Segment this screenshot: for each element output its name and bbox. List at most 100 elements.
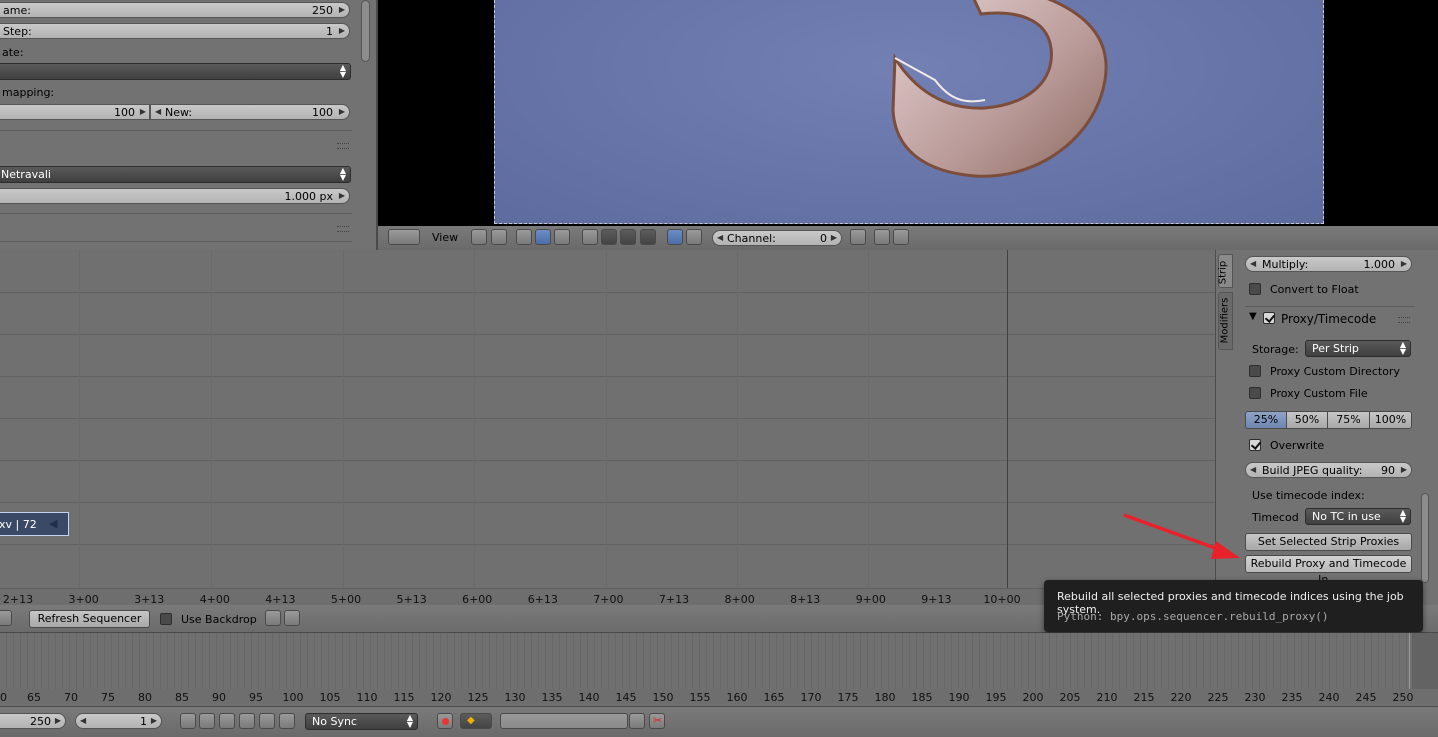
checker-icon[interactable]: [582, 229, 598, 245]
proxy-enable-checkbox[interactable]: [1263, 312, 1275, 324]
frame-tick-label: 180: [874, 691, 896, 704]
size-50-button[interactable]: 50%: [1286, 411, 1328, 429]
proxy-custom-dir-checkbox[interactable]: [1249, 365, 1261, 377]
drag-handle-icon[interactable]: [337, 226, 349, 232]
filter-dropdown[interactable]: Netravali ▲ ▼: [0, 166, 351, 183]
overwrite-checkbox[interactable]: [1249, 439, 1261, 451]
frame-rate-dropdown[interactable]: ▲ ▼: [0, 63, 351, 80]
storage-value: Per Strip: [1312, 342, 1359, 355]
strip-panel: Strip Modifiers ◀ Multiply: 1.000 ▶ Conv…: [1215, 250, 1438, 588]
waveform-icon[interactable]: [601, 229, 617, 245]
old-field[interactable]: 100 ▶: [0, 104, 150, 120]
channel-divider: [0, 334, 1215, 335]
rebuild-proxy-button[interactable]: Rebuild Proxy and Timecode In...: [1245, 555, 1412, 586]
jump-keyframe-forward-icon[interactable]: [259, 713, 275, 729]
lock-icon[interactable]: [491, 229, 507, 245]
timecode-dropdown[interactable]: No TC in use ▲ ▼: [1305, 508, 1411, 525]
editor-type-icon[interactable]: [0, 610, 12, 626]
grid-line: [343, 250, 344, 588]
color-picker-icon[interactable]: [667, 229, 683, 245]
divider: [0, 130, 352, 131]
scopes-icon[interactable]: [554, 229, 570, 245]
tab-strip[interactable]: Strip: [1217, 254, 1233, 288]
drag-handle-icon[interactable]: [337, 143, 349, 149]
checker-icon[interactable]: [535, 229, 551, 245]
render-still-icon[interactable]: [265, 610, 281, 626]
channel-field[interactable]: ◀ Channel: 0 ▶: [712, 230, 842, 246]
arrow-left-icon: ◀: [1250, 259, 1257, 268]
size-100-button[interactable]: 100%: [1369, 411, 1412, 429]
record-icon[interactable]: [437, 713, 453, 729]
render-still-icon[interactable]: [874, 229, 890, 245]
strip-panel-scrollbar[interactable]: [1421, 493, 1429, 583]
convert-float-checkbox[interactable]: [1249, 283, 1261, 295]
convert-float-label: Convert to Float: [1270, 283, 1359, 296]
tab-modifiers[interactable]: Modifiers: [1218, 292, 1233, 350]
keying-set-icon[interactable]: ◆: [460, 713, 492, 729]
arrow-right-icon: ▶: [54, 716, 61, 725]
properties-scrollbar[interactable]: [361, 0, 370, 62]
frame-tick-label: 75: [101, 691, 115, 704]
alpha-icon[interactable]: [686, 229, 702, 245]
frame-tick-label: 90: [212, 691, 226, 704]
storage-dropdown[interactable]: Per Strip ▲ ▼: [1305, 340, 1411, 357]
jump-start-icon[interactable]: [180, 713, 196, 729]
keyframe-diamond-icon: ◆: [467, 715, 475, 726]
multiply-field[interactable]: ◀ Multiply: 1.000 ▶: [1245, 256, 1412, 272]
preview-header: View ◀ Channel: 0 ▶: [376, 226, 1438, 250]
use-backdrop-checkbox[interactable]: [160, 613, 172, 625]
keying-set-selector-icon[interactable]: [500, 713, 628, 729]
delete-keyframe-icon[interactable]: ✂: [649, 713, 665, 729]
render-animation-icon[interactable]: [284, 610, 300, 626]
frame-tick-label: 105: [319, 691, 341, 704]
movie-strip[interactable]: xv | 72 ◀: [0, 512, 69, 536]
grid-line: [606, 250, 607, 588]
collapse-triangle-icon[interactable]: ▼: [1249, 311, 1257, 322]
filter-size-field[interactable]: 1.000 px ▶: [0, 188, 350, 204]
tooltip: Rebuild all selected proxies and timecod…: [1044, 580, 1423, 632]
render-animation-icon[interactable]: [893, 229, 909, 245]
size-25-button[interactable]: 25%: [1245, 411, 1287, 429]
frame-tick-label: 115: [393, 691, 415, 704]
histogram-icon[interactable]: [640, 229, 656, 245]
frame-tick-label: 230: [1244, 691, 1266, 704]
strip-handle-icon[interactable]: ◀: [49, 517, 57, 530]
timecode-value: No TC in use: [1312, 510, 1381, 523]
filter-value: Netravali: [1, 168, 51, 181]
storage-label: Storage:: [1252, 343, 1299, 356]
frame-rate-label: ate:: [2, 46, 24, 59]
size-75-button[interactable]: 75%: [1327, 411, 1370, 429]
sync-value: No Sync: [312, 715, 357, 728]
grid-line: [211, 250, 212, 588]
display-mode-icon[interactable]: [471, 229, 487, 245]
proxy-custom-file-checkbox[interactable]: [1249, 387, 1261, 399]
frame-tick-label: 190: [948, 691, 970, 704]
arrow-right-icon: ▶: [338, 107, 345, 116]
divider: [0, 213, 352, 214]
editor-type-icon[interactable]: [388, 229, 420, 245]
frame-tick-label: 225: [1207, 691, 1229, 704]
sync-dropdown[interactable]: No Sync ▲ ▼: [305, 713, 418, 730]
frame-tick-label: 200: [1022, 691, 1044, 704]
end-frame-field[interactable]: 250 ▶: [0, 713, 66, 729]
ghost-icon[interactable]: [850, 229, 866, 245]
insert-keyframe-icon[interactable]: [629, 713, 645, 729]
play-reverse-icon[interactable]: [219, 713, 235, 729]
refresh-sequencer-button[interactable]: Refresh Sequencer: [29, 610, 150, 628]
drag-handle-icon[interactable]: [1398, 317, 1410, 323]
jpeg-quality-field[interactable]: ◀ Build JPEG quality: 90 ▶: [1245, 462, 1412, 478]
current-frame-field[interactable]: ◀ 1 ▶: [75, 713, 162, 729]
jump-keyframe-back-icon[interactable]: [199, 713, 215, 729]
new-value: 100: [312, 106, 333, 119]
jump-end-icon[interactable]: [279, 713, 295, 729]
timeline-scroll-region[interactable]: [1412, 633, 1438, 689]
frame-step-field[interactable]: Step: 1 ▶: [0, 23, 350, 39]
overlay-icon[interactable]: [516, 229, 532, 245]
view-menu[interactable]: View: [432, 231, 458, 244]
vectorscope-icon[interactable]: [620, 229, 636, 245]
play-icon[interactable]: [239, 713, 255, 729]
frame-end-field[interactable]: ame: 250 ▶: [0, 2, 350, 18]
new-field[interactable]: ◀ New: 100 ▶: [150, 104, 350, 120]
set-selected-proxies-button[interactable]: Set Selected Strip Proxies: [1245, 533, 1412, 551]
frame-tick-label: 65: [27, 691, 41, 704]
